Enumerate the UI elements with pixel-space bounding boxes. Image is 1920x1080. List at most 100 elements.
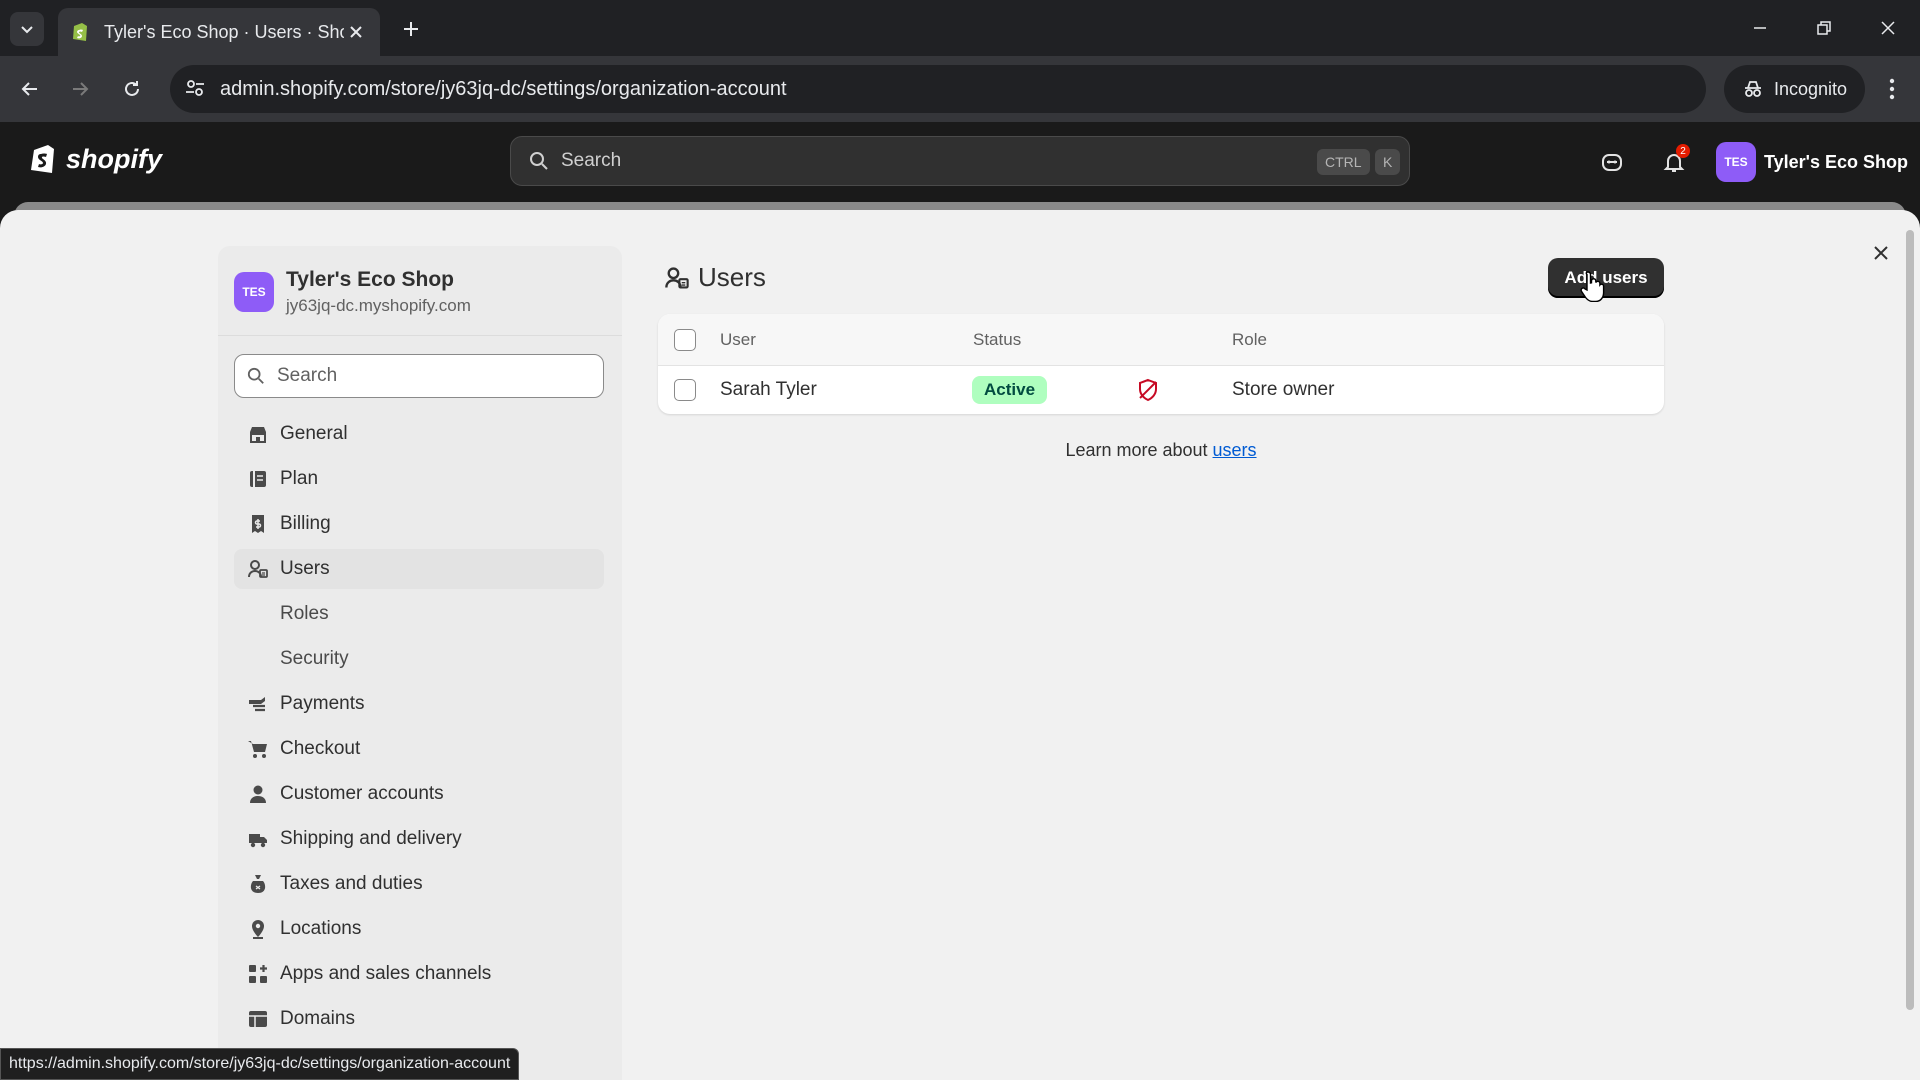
globe-icon [246,1007,270,1031]
column-header-status[interactable]: Status [973,330,1021,350]
url-text: admin.shopify.com/store/jy63jq-dc/settin… [220,77,787,100]
shopify-bag-icon [31,145,54,173]
arrow-left-icon [21,82,37,96]
sidebar-item-apps-and-sales-channels[interactable]: Apps and sales channels [234,954,604,994]
sidebar-item-billing[interactable]: Billing [234,504,604,544]
sidebar-item-label: Security [280,648,349,669]
sidebar-item-label: Locations [280,918,362,939]
add-users-button[interactable]: Add users [1548,258,1664,298]
sidebar-item-label: Payments [280,693,365,714]
tab-list-button[interactable] [10,12,44,46]
sidebar-item-users[interactable]: Users [234,549,604,589]
chevron-down-icon [21,26,33,34]
sidebar-item-customer-accounts[interactable]: Customer accounts [234,774,604,814]
restore-icon [1817,21,1831,35]
minimize-button[interactable] [1740,10,1780,46]
store-menu-button[interactable]: TES Tyler's Eco Shop [1716,142,1908,182]
forward-button[interactable] [62,71,98,107]
cart-icon [246,737,270,761]
browser-toolbar: admin.shopify.com/store/jy63jq-dc/settin… [0,56,1920,122]
logo-text: shopify [66,143,163,174]
address-bar[interactable]: admin.shopify.com/store/jy63jq-dc/settin… [170,65,1849,113]
person-icon [246,782,270,806]
select-all-checkbox[interactable] [674,329,696,351]
learn-more-users-link[interactable]: users [1213,440,1257,460]
sidebar-item-label: Checkout [280,738,361,759]
hand-cursor-icon [1580,271,1605,302]
sidebar-item-domains[interactable]: Domains [234,999,604,1039]
user-name[interactable]: Sarah Tyler [720,379,817,401]
receipt-icon [246,512,270,536]
new-tab-button[interactable] [396,14,426,44]
sidebar-item-general[interactable]: General [234,414,604,454]
sidebar-item-label: Domains [280,1008,355,1029]
sidebar-item-security[interactable]: Security [234,639,604,679]
tab-close-icon[interactable] [344,20,368,44]
truck-icon [246,827,270,851]
more-vertical-icon [1889,78,1895,100]
sidebar-item-locations[interactable]: Locations [234,909,604,949]
close-icon [1874,246,1888,260]
back-button[interactable] [12,71,48,107]
store-name: Tyler's Eco Shop [1764,151,1908,172]
sidebar-item-checkout[interactable]: Checkout [234,729,604,769]
close-settings-button[interactable] [1862,234,1900,272]
incognito-indicator[interactable]: Incognito [1724,65,1866,113]
plan-icon [246,467,270,491]
minimize-icon [1754,27,1766,29]
sidebar-item-label: General [280,423,348,444]
sidebar-item-roles[interactable]: Roles [234,594,604,634]
status-url-tooltip: https://admin.shopify.com/store/jy63jq-d… [0,1048,520,1080]
panel-scrollbar[interactable] [1906,230,1914,1010]
payments-icon [246,692,270,716]
settings-sidebar: TES Tyler's Eco Shop jy63jq-dc.myshopify… [218,246,622,1080]
sidebar-item-label: Roles [280,603,329,624]
shopify-favicon-icon [73,23,87,41]
sidebar-item-taxes-and-duties[interactable]: Taxes and duties [234,864,604,904]
browser-tab-active[interactable]: Tyler's Eco Shop · Users · Shopif [58,8,380,56]
global-search-placeholder: Search [561,150,622,171]
global-search-bar[interactable]: Search CTRL K [510,136,1410,186]
users-table: User Status Role Sarah Tyler Active Stor… [658,314,1664,414]
shop-header[interactable]: TES Tyler's Eco Shop jy63jq-dc.myshopify… [218,246,622,336]
close-icon [1881,21,1895,35]
shop-avatar: TES [234,272,274,312]
search-icon [247,367,264,384]
learn-more-text: Learn more about users [658,440,1664,461]
reload-icon [125,81,139,96]
sidekick-button[interactable] [1594,144,1630,180]
settings-search-box[interactable] [234,354,604,398]
column-header-role[interactable]: Role [1232,330,1267,350]
sidebar-item-label: Apps and sales channels [280,963,492,984]
sidebar-item-shipping-and-delivery[interactable]: Shipping and delivery [234,819,604,859]
settings-modal: TES Tyler's Eco Shop jy63jq-dc.myshopify… [0,210,1920,1080]
reload-button[interactable] [114,71,150,107]
sidebar-item-label: Taxes and duties [280,873,423,894]
tax-icon [246,872,270,896]
browser-menu-button[interactable] [1874,71,1910,107]
settings-nav-list: General Plan Billing Users Roles Securit… [234,414,604,1044]
sidebar-item-label: Users [280,558,330,579]
sidebar-item-plan[interactable]: Plan [234,459,604,499]
settings-search-input[interactable] [277,365,577,387]
users-icon [246,557,270,581]
window-close-button[interactable] [1868,10,1908,46]
restore-button[interactable] [1804,10,1844,46]
apps-icon [246,962,270,986]
column-header-user[interactable]: User [720,330,756,350]
site-settings-icon[interactable] [184,77,206,99]
shopify-top-bar: shopify Search CTRL K 2 TES Tyler's Eco … [0,122,1920,202]
search-icon [530,152,548,170]
store-icon [246,422,270,446]
location-icon [246,917,270,941]
row-checkbox[interactable] [674,379,696,401]
sidebar-item-payments[interactable]: Payments [234,684,604,724]
incognito-icon [1745,81,1761,97]
shopify-logo[interactable]: shopify [28,142,162,176]
sidekick-icon [1602,154,1622,171]
table-row[interactable]: Sarah Tyler Active Store owner [658,366,1664,414]
no-2fa-shield-icon [1139,378,1157,402]
status-badge: Active [972,376,1048,404]
notifications-button[interactable]: 2 [1656,144,1692,180]
sidebar-item-label: Customer accounts [280,783,444,804]
